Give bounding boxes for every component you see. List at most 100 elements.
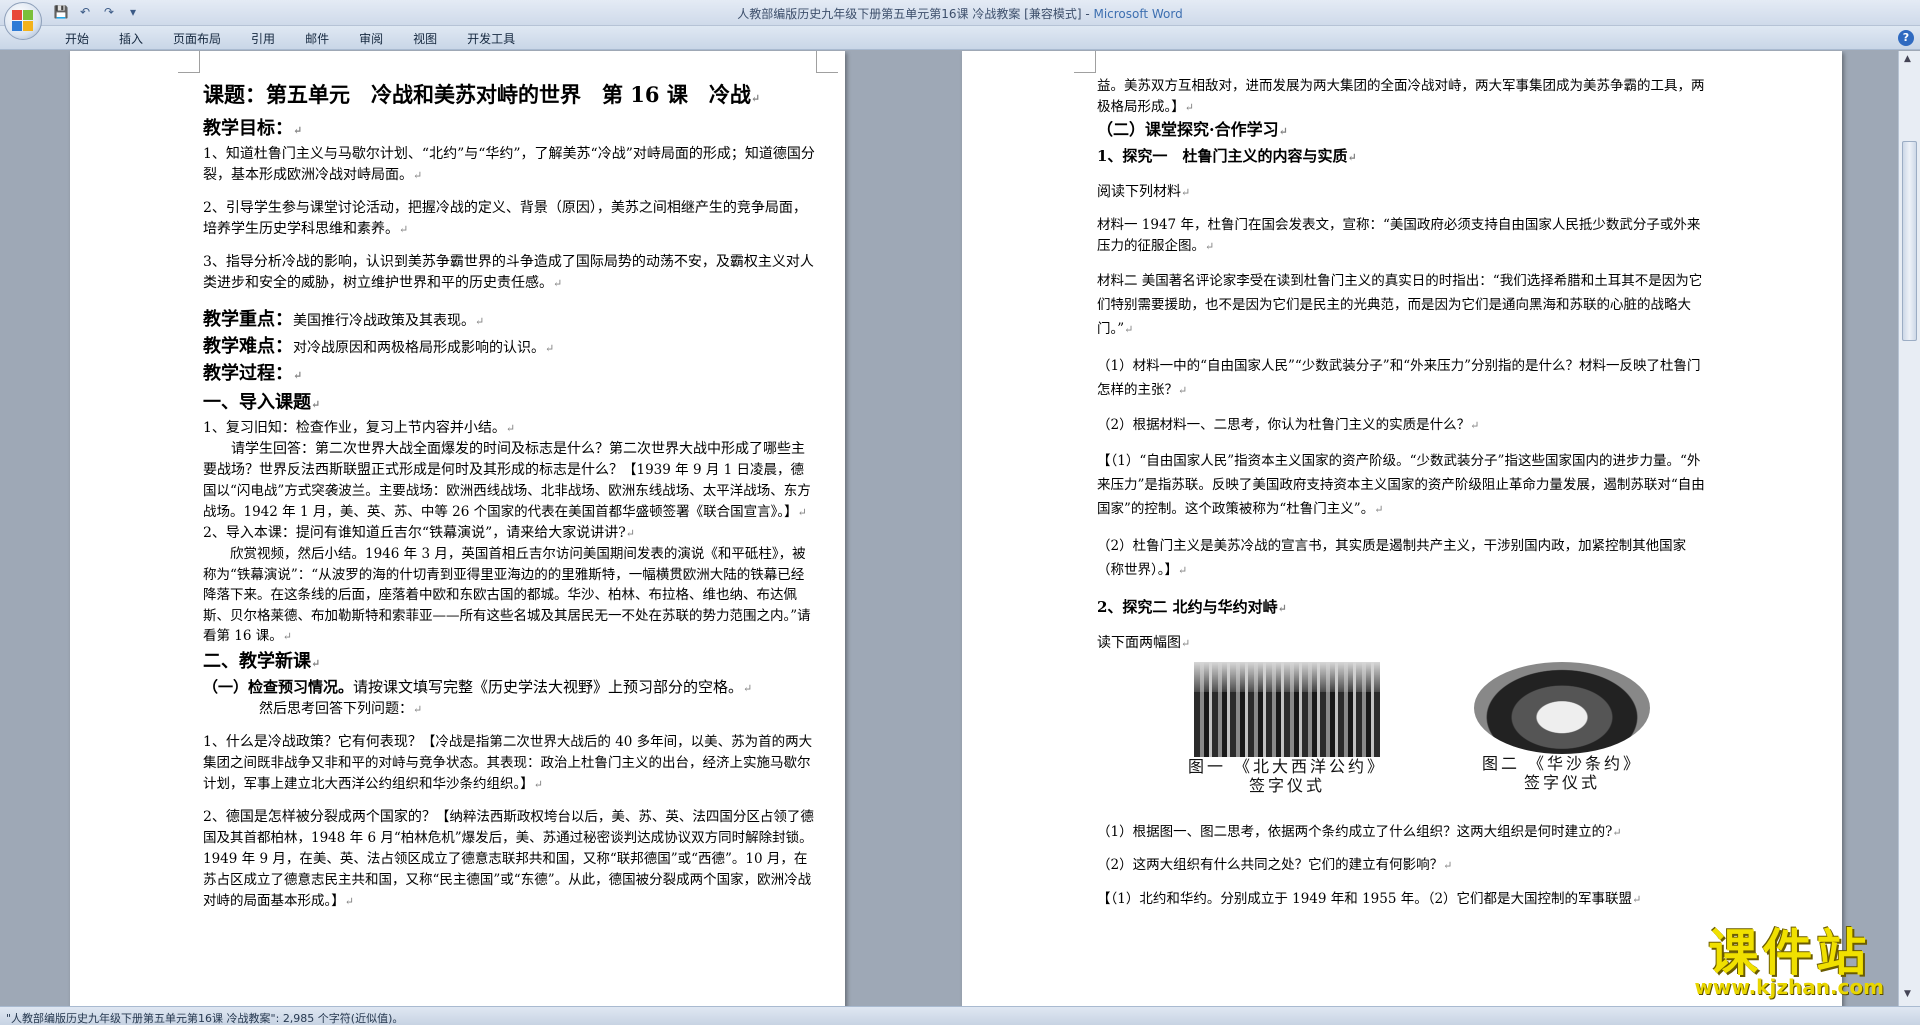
paragraph-mark: ↵	[413, 702, 423, 716]
process-heading: 教学过程：↵	[203, 363, 303, 384]
office-logo-icon	[12, 10, 34, 32]
paragraph-mark: ↵	[399, 223, 409, 236]
paragraph-mark: ↵	[1632, 892, 1642, 906]
figure-1: 图一 《北大西洋公约》 签字仪式	[1152, 661, 1422, 795]
paragraph-mark: ↵	[533, 777, 543, 791]
explore-2-heading: 2、探究二 北约与华约对峙↵	[1097, 597, 1287, 616]
explore-1-question-1: （1）材料一中的“自由国家人民”“少数武装分子”和“外来压力”分别指的是什么？材…	[1097, 358, 1701, 398]
ribbon-tabs: 开始 插入 页面布局 引用 邮件 审阅 视图 开发工具	[50, 30, 530, 48]
explore-1-answer-1: 【（1）“自由国家人民”指资本主义国家的资产阶级。“少数武装分子”指这些国家国内…	[1097, 452, 1705, 517]
figures: 图一 《北大西洋公约》 签字仪式 图二 《华沙条约》 签字仪式	[1097, 661, 1709, 812]
paragraph-mark: ↵	[1178, 384, 1188, 397]
watermark: 课件站 www.kjzhan.com	[1694, 925, 1884, 999]
help-icon[interactable]: ?	[1898, 30, 1914, 46]
figure-2-caption-line-2: 签字仪式	[1523, 772, 1600, 792]
question-1: 1、什么是冷战政策？它有何表现？	[203, 733, 422, 750]
section-1-heading: 一、导入课题↵	[203, 392, 321, 413]
figure-question-1: （1）根据图一、图二思考，依据两个条约成立了什么组织？这两大组织是何时建立的?↵	[1097, 823, 1622, 840]
paragraph-mark: ↵	[1278, 125, 1288, 138]
crop-mark	[178, 51, 200, 73]
material-2: 材料二 美国著名评论家李受在读到杜鲁门主义的真实日的时指出：“我们选择希腊和土耳…	[1097, 273, 1703, 337]
tab-insert[interactable]: 插入	[104, 30, 158, 48]
right-page-content: 益。美苏双方互相敌对，进而发展为两大集团的全面冷战对峙，两大军事集团成为美苏争霸…	[1097, 76, 1709, 910]
app-name: Microsoft Word	[1093, 7, 1183, 21]
tab-home[interactable]: 开始	[50, 30, 104, 48]
figure-2-caption: 图二 《华沙条约》	[1481, 753, 1643, 773]
paragraph-mark: ↵	[1277, 601, 1287, 615]
section-2-heading: 二、教学新课↵	[203, 650, 321, 672]
paragraph-mark: ↵	[413, 169, 423, 182]
scroll-down-icon[interactable]: ▼	[1904, 989, 1911, 999]
paragraph-mark: ↵	[282, 630, 292, 643]
page-right[interactable]: 益。美苏双方互相敌对，进而发展为两大集团的全面冷战对峙，两大军事集团成为美苏争霸…	[962, 51, 1842, 1006]
goal-1: 1、知道杜鲁门主义与马歇尔计划、“北约”与“华约”，了解美苏“冷战”对峙局面的形…	[203, 146, 815, 183]
sub-1-label: （一）检查预习情况。	[203, 677, 354, 696]
tab-page-layout[interactable]: 页面布局	[158, 30, 236, 48]
figure-2: 图二 《华沙条约》 签字仪式	[1437, 661, 1687, 792]
paragraph-mark: ↵	[293, 369, 303, 382]
figure-question-2: （2）这两大组织有什么共同之处？它们的建立有何影响？↵	[1097, 857, 1453, 873]
document-workspace: 课题：第五单元 冷战和美苏对峙的世界 第 16 课 冷战↵ 教学目标：↵ 1、知…	[0, 51, 1898, 1006]
goal-3: 3、指导分析冷战的影响，认识到美苏争霸世界的斗争造成了国际局势的动荡不安，及霸权…	[203, 254, 814, 291]
review-item: 1、复习旧知：检查作业，复习上节内容并小结。↵	[203, 420, 516, 436]
watermark-url: www.kjzhan.com	[1694, 975, 1884, 999]
title-bar: 💾 ↶ ↷ ▾ 人教部编版历史九年级下册第五单元第16课 冷战教案 [兼容模式]…	[0, 0, 1920, 40]
intro-text: 欣赏视频，然后小结。1946 年 3 月，英国首相丘吉尔访问美国期间发表的演说《…	[203, 546, 811, 644]
vertical-scrollbar[interactable]: ▲ ▼	[1898, 51, 1920, 1006]
nato-signing-photo[interactable]	[1194, 661, 1380, 757]
paragraph-mark: ↵	[1470, 419, 1480, 432]
paragraph-mark: ↵	[743, 681, 753, 695]
tab-view[interactable]: 视图	[398, 30, 452, 48]
paragraph-mark: ↵	[1205, 239, 1215, 253]
tab-review[interactable]: 审阅	[344, 30, 398, 48]
paragraph-mark: ↵	[293, 124, 303, 137]
office-button[interactable]	[4, 2, 42, 40]
paragraph-mark: ↵	[1124, 323, 1134, 336]
review-question: 请学生回答：第二次世界大战全面爆发的时间及标志是什么？第二次世界大战中形成了哪些…	[203, 441, 811, 520]
paragraph-mark: ↵	[1612, 825, 1622, 839]
question-2: 2、德国是怎样被分裂成两个国家的？	[203, 808, 436, 825]
lesson-title: 课题：第五单元 冷战和美苏对峙的世界 第 16 课 冷战↵	[203, 82, 761, 107]
paragraph-mark: ↵	[1178, 563, 1188, 577]
scroll-up-icon[interactable]: ▲	[1904, 54, 1911, 64]
figure-answer-1: 【（1）北约和华约。分别成立于 1949 年和 1955 年。（2）它们都是大国…	[1097, 890, 1642, 907]
page-left[interactable]: 课题：第五单元 冷战和美苏对峙的世界 第 16 课 冷战↵ 教学目标：↵ 1、知…	[70, 51, 845, 1006]
paragraph-mark: ↵	[797, 506, 807, 519]
intro-item: 2、导入本课：提问有谁知道丘吉尔“铁幕演说”，请来给大家说讲讲?↵	[203, 525, 635, 541]
paragraph-mark: ↵	[750, 92, 761, 105]
key-point-text: 美国推行冷战政策及其表现。	[293, 313, 475, 329]
paragraph-mark: ↵	[505, 422, 516, 435]
warsaw-pact-signing-photo[interactable]	[1474, 661, 1650, 754]
sub-2-heading: （二）课堂探究·合作学习↵	[1097, 120, 1288, 139]
explore-1-question-2: （2）根据材料一、二思考，你认为杜鲁门主义的实质是什么？↵	[1097, 417, 1480, 433]
status-bar: "人教部编版历史九年级下册第五单元第16课 冷战教案": 2,985 个字符(近…	[0, 1006, 1920, 1025]
continued-text: 益。美苏双方互相敌对，进而发展为两大集团的全面冷战对峙，两大军事集团成为美苏争霸…	[1097, 78, 1705, 115]
explore-1-answer-2: （2）杜鲁门主义是美苏冷战的宣言书，其实质是遏制共产主义，干涉别国内政，加紧控制…	[1097, 537, 1687, 578]
read-figures: 读下面两幅图↵	[1097, 634, 1191, 651]
watermark-name: 课件站	[1708, 924, 1871, 982]
tab-references[interactable]: 引用	[236, 30, 290, 48]
document-title: 人教部编版历史九年级下册第五单元第16课 冷战教案 [兼容模式]	[737, 7, 1082, 21]
ribbon: 开始 插入 页面布局 引用 邮件 审阅 视图 开发工具 ?	[0, 26, 1920, 50]
tab-developer[interactable]: 开发工具	[452, 30, 530, 48]
paragraph-mark: ↵	[545, 342, 555, 355]
paragraph-mark: ↵	[311, 398, 321, 411]
paragraph-mark: ↵	[311, 656, 321, 670]
paragraph-mark: ↵	[344, 894, 354, 908]
window-title: 人教部编版历史九年级下册第五单元第16课 冷战教案 [兼容模式] - Micro…	[0, 5, 1920, 22]
paragraph-mark: ↵	[553, 277, 563, 290]
material-1: 材料一 1947 年，杜鲁门在国会发表文，宣称：“美国政府必须支持自由国家人民抵…	[1097, 217, 1701, 254]
tab-mailings[interactable]: 邮件	[290, 30, 344, 48]
paragraph-mark: ↵	[1184, 100, 1194, 114]
paragraph-mark: ↵	[625, 527, 635, 540]
goals-heading: 教学目标：↵	[203, 118, 303, 139]
paragraph-mark: ↵	[1181, 636, 1191, 650]
crop-mark	[816, 51, 838, 73]
figure-1-caption-line-2: 签字仪式	[1248, 775, 1325, 795]
difficulty-label: 教学难点：	[203, 336, 293, 357]
sub-1-text: 请按课文填写完整《历史学法大视野》上预习部分的空格。	[353, 677, 744, 696]
difficulty-text: 对冷战原因和两极格局形成影响的认识。	[293, 340, 545, 356]
figure-1-caption: 图一 《北大西洋公约》	[1187, 756, 1387, 776]
paragraph-mark: ↵	[1374, 502, 1384, 516]
scrollbar-thumb[interactable]	[1902, 141, 1917, 341]
